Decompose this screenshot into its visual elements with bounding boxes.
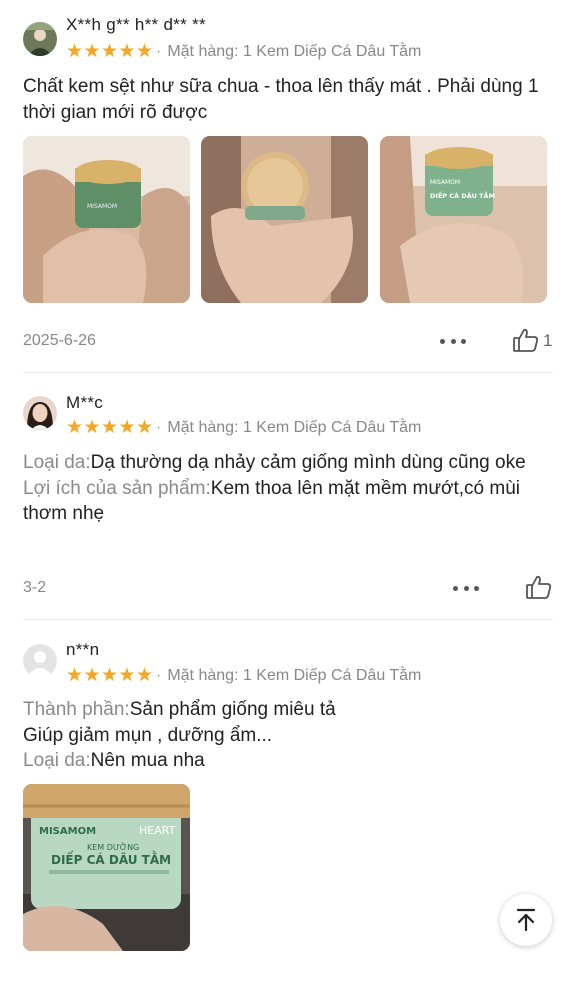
skin-type-label: Loại da: (23, 750, 91, 771)
avatar[interactable] (23, 396, 57, 430)
scroll-to-top-icon (516, 908, 536, 932)
jar-title: DIẾP CÁ DÂU TẰM (51, 851, 171, 867)
avatar[interactable] (23, 22, 57, 56)
rating-stars: ★ ★ ★ ★ ★ (66, 42, 153, 61)
jar-brand: MISAMOM (430, 179, 460, 186)
star-icon: ★ (136, 665, 154, 686)
jar-brand: MISAMOM (39, 826, 96, 837)
star-icon: ★ (118, 665, 136, 686)
star-icon: ★ (118, 417, 136, 438)
review-date: 2025-6-26 (23, 332, 96, 349)
star-icon: ★ (136, 417, 154, 438)
more-dots-icon[interactable] (440, 337, 466, 345)
star-icon: ★ (66, 41, 84, 62)
star-icon: ★ (101, 417, 119, 438)
thumbs-up-icon[interactable] (512, 326, 540, 354)
jar-title: DIẾP CÁ DÂU TẰM (430, 190, 495, 200)
review-text: Chất kem sệt như sữa chua - thoa lên thấ… (23, 76, 539, 123)
rating-stars: ★ ★ ★ ★ ★ (66, 666, 153, 685)
star-icon: ★ (83, 417, 101, 438)
product-variation: · Mặt hàng: 1 Kem Diếp Cá Dâu Tằm (156, 667, 422, 684)
star-icon: ★ (83, 665, 101, 686)
username: n**n (66, 640, 100, 659)
benefit-label: Lợi ích của sản phẩm: (23, 477, 211, 499)
skin-type-value: Dạ thường dạ nhảy cảm giống mình dùng cũ… (90, 452, 526, 473)
star-icon: ★ (101, 41, 119, 62)
divider (23, 372, 553, 373)
skin-type-label: Loại da: (23, 452, 91, 473)
star-icon: ★ (136, 41, 154, 62)
username: M**c (66, 393, 104, 412)
star-icon: ★ (66, 417, 84, 438)
thumbs-up-icon[interactable] (525, 573, 553, 601)
star-icon: ★ (101, 665, 119, 686)
jar-side-text: HEART (139, 824, 176, 837)
star-icon: ★ (66, 665, 84, 686)
review-line: Giúp giảm mụn , dưỡng ẩm... (23, 724, 273, 746)
like-count: 1 (543, 331, 553, 350)
star-icon: ★ (83, 41, 101, 62)
avatar[interactable] (23, 644, 57, 678)
product-variation: · Mặt hàng: 1 Kem Diếp Cá Dâu Tằm (156, 43, 422, 60)
review-photo[interactable]: MISAMOM HEART KEM DƯỠNG DIẾP CÁ DÂU TẰM (23, 784, 190, 951)
star-icon: ★ (118, 41, 136, 62)
review-photo[interactable]: MISAMOM (23, 136, 190, 303)
jar-brand: MISAMOM (87, 203, 117, 210)
ingredient-value: Sản phẩm giống miêu tả (129, 699, 336, 720)
username: X**h g** h** d** ** (66, 15, 206, 34)
more-dots-icon[interactable] (453, 584, 479, 592)
review-date: 3-2 (23, 579, 47, 596)
review-photo[interactable]: MISAMOM DIẾP CÁ DÂU TẰM (380, 136, 547, 303)
review-photo[interactable] (201, 136, 368, 303)
review-text: Thành phần:Sản phẩm giống miêu tả Giúp g… (23, 697, 558, 774)
ingredient-label: Thành phần: (23, 699, 130, 720)
product-variation: · Mặt hàng: 1 Kem Diếp Cá Dâu Tằm (156, 419, 422, 436)
divider (23, 619, 553, 620)
skin-type-value: Nên mua nha (90, 750, 205, 771)
review-text: Loại da:Dạ thường dạ nhảy cảm giống mình… (23, 450, 558, 527)
scroll-to-top-button[interactable] (500, 894, 552, 946)
jar-subtitle: KEM DƯỠNG (87, 841, 139, 852)
rating-stars: ★ ★ ★ ★ ★ (66, 418, 153, 437)
